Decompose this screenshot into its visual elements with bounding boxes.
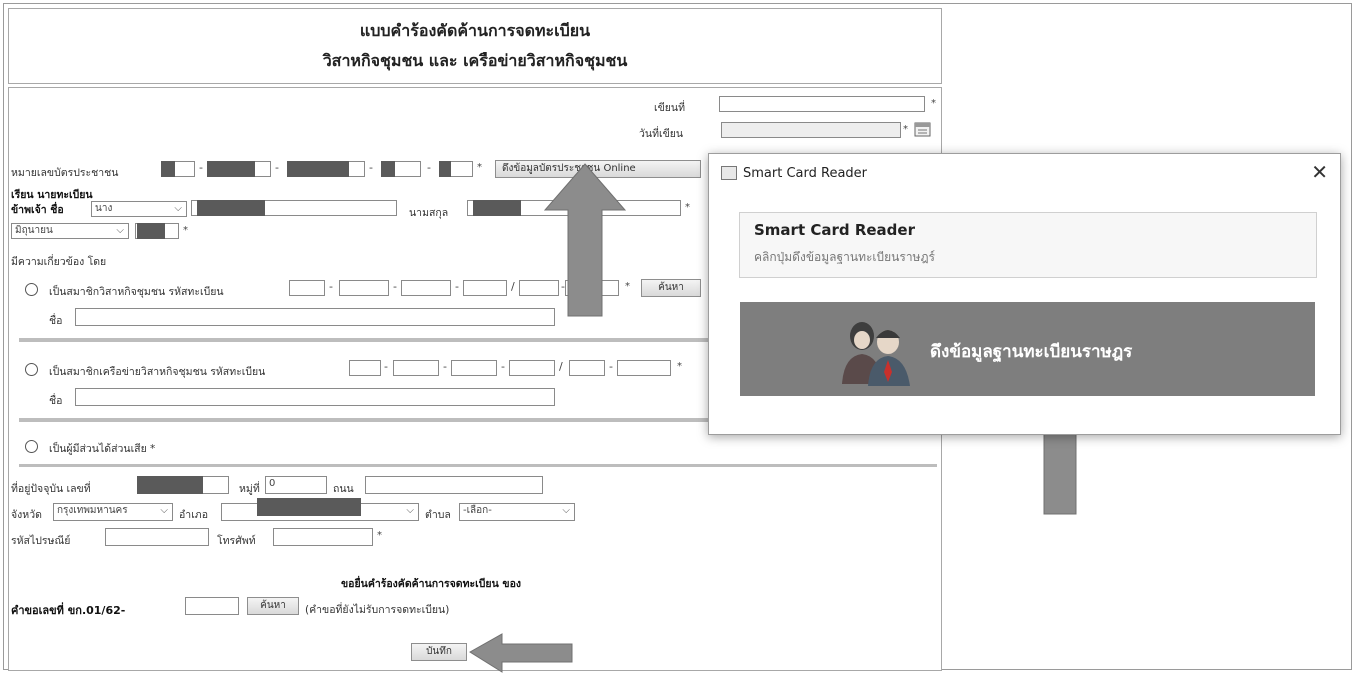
save-button[interactable]: บันทึก bbox=[411, 643, 467, 661]
chevron-down-icon: ⌵ bbox=[406, 505, 414, 516]
network-code-2[interactable] bbox=[393, 360, 439, 376]
written-at-input[interactable] bbox=[719, 96, 925, 112]
smart-card-reader-dialog: Smart Card Reader ✕ Smart Card Reader คล… bbox=[708, 153, 1341, 435]
dialog-title: Smart Card Reader bbox=[743, 166, 868, 181]
search-request-button[interactable]: ค้นหา bbox=[247, 597, 299, 615]
card-subtitle: คลิกปุ่มดึงข้อมูลฐานทะเบียนราษฎร์ bbox=[754, 250, 935, 264]
required-star: * bbox=[677, 361, 682, 372]
address-number-label: ที่อยู่ปัจจุบัน เลขที่ bbox=[11, 483, 91, 495]
objection-heading: ขอยื่นคำร้องคัดค้านการจดทะเบียน ของ bbox=[341, 578, 522, 590]
chevron-down-icon: ⌵ bbox=[116, 225, 124, 236]
member-enterprise-label: เป็นสมาชิกวิสาหกิจชุมชน รหัสทะเบียน bbox=[49, 286, 224, 298]
network-code-5[interactable] bbox=[569, 360, 605, 376]
stakeholder-radio[interactable] bbox=[25, 440, 38, 453]
required-star: * bbox=[903, 124, 908, 135]
redacted-block bbox=[207, 161, 255, 177]
member-network-label: เป็นสมาชิกเครือข่ายวิสาหกิจชุมชน รหัสทะเ… bbox=[49, 366, 266, 378]
chevron-down-icon: ⌵ bbox=[174, 203, 182, 214]
enterprise-code-2[interactable] bbox=[339, 280, 389, 296]
written-date-label: วันที่เขียน bbox=[639, 128, 684, 140]
page-title: แบบคำร้องคัดค้านการจดทะเบียน bbox=[359, 21, 591, 40]
redacted-block bbox=[257, 498, 361, 516]
written-at-label: เขียนที่ bbox=[654, 102, 686, 114]
fetch-button-label: ดึงข้อมูลฐานทะเบียนราษฎร bbox=[930, 342, 1133, 362]
enterprise-code-1[interactable] bbox=[289, 280, 325, 296]
people-icon bbox=[842, 322, 910, 386]
phone-input[interactable] bbox=[273, 528, 373, 546]
card-heading: Smart Card Reader bbox=[754, 221, 915, 239]
required-star: * bbox=[183, 225, 188, 236]
moo-input[interactable]: 0 bbox=[265, 476, 327, 494]
birth-month-select[interactable]: มิถุนายน ⌵ bbox=[11, 223, 129, 239]
member-enterprise-radio[interactable] bbox=[25, 283, 38, 296]
subdistrict-select[interactable]: -เลือก- ⌵ bbox=[459, 503, 575, 521]
section-divider bbox=[19, 464, 937, 467]
network-code-4[interactable] bbox=[509, 360, 555, 376]
redacted-block bbox=[473, 200, 521, 216]
fetch-civil-registry-button[interactable]: ดึงข้อมูลฐานทะเบียนราษฎร bbox=[740, 302, 1315, 396]
enterprise-name-input[interactable] bbox=[75, 308, 555, 326]
network-name-input[interactable] bbox=[75, 388, 555, 406]
chevron-down-icon: ⌵ bbox=[562, 505, 570, 516]
subdistrict-label: ตำบล bbox=[425, 509, 451, 521]
redacted-block bbox=[137, 223, 165, 239]
pending-note: (คำขอที่ยังไม่รับการจดทะเบียน) bbox=[305, 604, 450, 616]
required-star: * bbox=[685, 202, 690, 213]
road-label: ถนน bbox=[333, 483, 354, 495]
network-code-6[interactable] bbox=[617, 360, 671, 376]
enterprise-name-label: ชื่อ bbox=[49, 315, 63, 327]
postcode-input[interactable] bbox=[105, 528, 209, 546]
chevron-down-icon: ⌵ bbox=[160, 505, 168, 516]
annotation-arrow-left bbox=[469, 633, 573, 673]
moo-label: หมู่ที่ bbox=[239, 483, 260, 495]
enterprise-code-4[interactable] bbox=[463, 280, 507, 296]
redacted-block bbox=[137, 476, 203, 494]
title-select[interactable]: นาง ⌵ bbox=[91, 201, 187, 217]
annotation-arrow-up bbox=[543, 163, 627, 317]
required-star: * bbox=[931, 98, 936, 109]
enterprise-code-3[interactable] bbox=[401, 280, 451, 296]
close-icon[interactable]: ✕ bbox=[1311, 160, 1328, 184]
title-box: แบบคำร้องคัดค้านการจดทะเบียน วิสาหกิจชุม… bbox=[8, 8, 942, 84]
calendar-icon[interactable] bbox=[913, 119, 933, 139]
redacted-block bbox=[287, 161, 349, 177]
member-network-radio[interactable] bbox=[25, 363, 38, 376]
related-by-label: มีความเกี่ยวข้อง โดย bbox=[11, 256, 107, 268]
i-name-label: ข้าพเจ้า ชื่อ bbox=[11, 204, 64, 216]
surname-label: นามสกุล bbox=[409, 207, 449, 219]
province-select[interactable]: กรุงเทพมหานคร ⌵ bbox=[53, 503, 173, 521]
network-name-label: ชื่อ bbox=[49, 395, 63, 407]
written-date-input[interactable] bbox=[721, 122, 901, 138]
card-reader-icon bbox=[721, 166, 737, 180]
road-input[interactable] bbox=[365, 476, 543, 494]
redacted-block bbox=[381, 161, 395, 177]
info-card: Smart Card Reader คลิกปุ่มดึงข้อมูลฐานทะ… bbox=[739, 212, 1317, 278]
id-number-label: หมายเลขบัตรประชาชน bbox=[11, 167, 119, 179]
postcode-label: รหัสไปรษณีย์ bbox=[11, 535, 71, 547]
redacted-block bbox=[439, 161, 451, 177]
network-code-3[interactable] bbox=[451, 360, 497, 376]
district-label: อำเภอ bbox=[179, 509, 209, 521]
request-number-input[interactable] bbox=[185, 597, 239, 615]
request-number-label: คำขอเลขที่ ขก.01/62- bbox=[11, 604, 126, 617]
page-subtitle: วิสาหกิจชุมชน และ เครือข่ายวิสาหกิจชุมชน bbox=[322, 51, 628, 70]
province-label: จังหวัด bbox=[11, 509, 42, 521]
required-star: * bbox=[477, 162, 482, 173]
search-enterprise-button[interactable]: ค้นหา bbox=[641, 279, 701, 297]
redacted-block bbox=[197, 200, 265, 216]
redacted-block bbox=[161, 161, 175, 177]
required-star: * bbox=[377, 530, 382, 541]
phone-label: โทรศัพท์ bbox=[217, 535, 256, 547]
network-code-1[interactable] bbox=[349, 360, 381, 376]
stakeholder-label: เป็นผู้มีส่วนได้ส่วนเสีย * bbox=[49, 443, 156, 455]
